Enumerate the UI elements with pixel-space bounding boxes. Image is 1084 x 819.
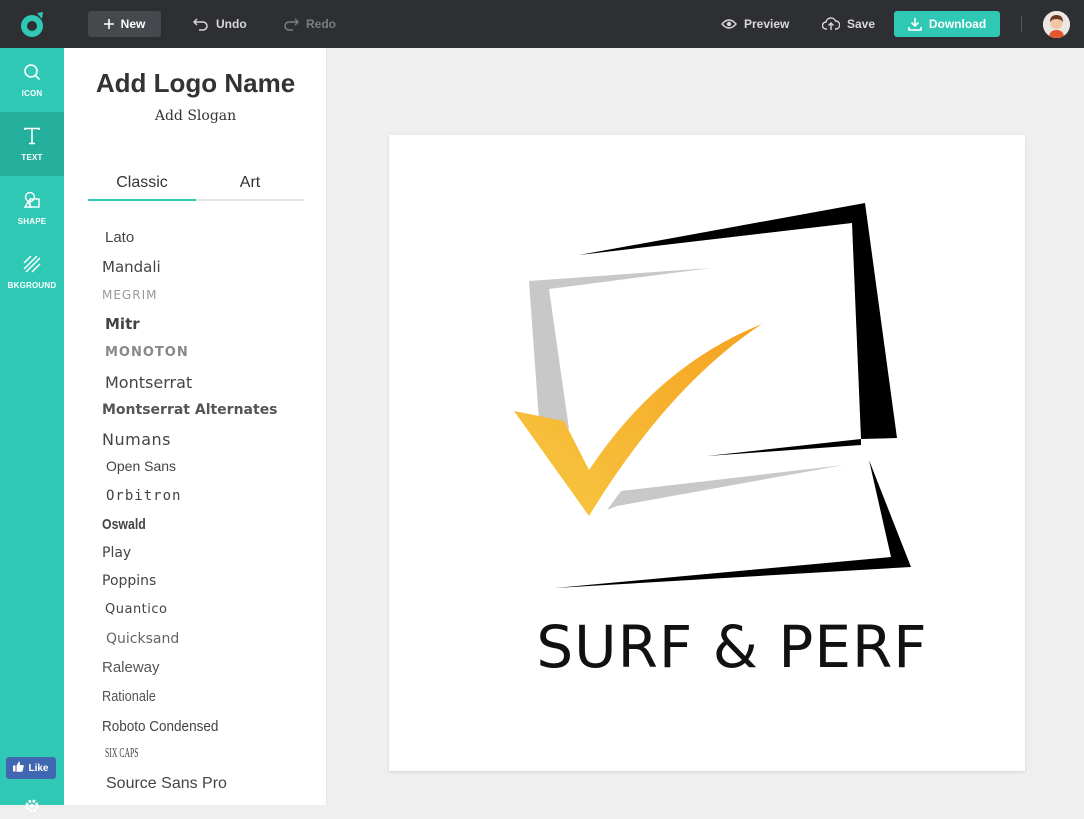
rail-label-background: BKGROUND bbox=[7, 280, 57, 290]
rail-item-text[interactable]: TEXT bbox=[0, 112, 64, 176]
font-item-orbitron[interactable]: Orbitron bbox=[106, 488, 181, 504]
text-icon bbox=[23, 127, 41, 150]
search-icon bbox=[23, 63, 41, 86]
user-avatar[interactable] bbox=[1043, 11, 1070, 38]
font-item-play[interactable]: Play bbox=[102, 545, 131, 561]
shape-icon bbox=[23, 191, 41, 214]
font-item-rationale[interactable]: Rationale bbox=[102, 688, 156, 705]
new-label: New bbox=[120, 17, 146, 31]
background-icon bbox=[23, 254, 41, 278]
font-item-lato[interactable]: Lato bbox=[105, 229, 134, 246]
font-item-source-sans-pro[interactable]: Source Sans Pro bbox=[106, 775, 227, 793]
preview-label: Preview bbox=[744, 17, 790, 31]
rail-label-icon: ICON bbox=[21, 88, 43, 98]
undo-icon bbox=[193, 17, 209, 31]
font-item-raleway[interactable]: Raleway bbox=[102, 659, 160, 676]
undo-button[interactable]: Undo bbox=[193, 11, 247, 37]
plus-icon bbox=[103, 19, 114, 29]
download-icon bbox=[908, 17, 922, 31]
font-item-mandali[interactable]: Mandali bbox=[102, 258, 161, 276]
gear-icon[interactable] bbox=[24, 798, 40, 819]
slogan-text[interactable]: Add Slogan bbox=[64, 108, 326, 124]
tab-art[interactable]: Art bbox=[196, 174, 304, 201]
rail-item-shape[interactable]: SHAPE bbox=[0, 176, 64, 240]
redo-label: Redo bbox=[306, 17, 336, 31]
top-toolbar: New Undo Redo Preview Save Download bbox=[0, 0, 1084, 48]
like-label: Like bbox=[28, 762, 49, 774]
facebook-like-button[interactable]: Like bbox=[6, 757, 56, 779]
rail-label-shape: SHAPE bbox=[17, 216, 47, 226]
font-item-numans[interactable]: Numans bbox=[102, 430, 171, 449]
font-item-poppins[interactable]: Poppins bbox=[102, 573, 156, 589]
logo-name-text[interactable]: Add Logo Name bbox=[64, 68, 326, 99]
save-button[interactable]: Save bbox=[822, 11, 875, 37]
text-panel: Add Logo Name Add Slogan Classic Art Lat… bbox=[64, 48, 327, 805]
font-tabs: Classic Art bbox=[88, 172, 304, 201]
rail-item-icon[interactable]: ICON bbox=[0, 48, 64, 112]
font-item-mitr[interactable]: Mitr bbox=[105, 315, 140, 333]
rail-label-text: TEXT bbox=[21, 152, 43, 162]
save-label: Save bbox=[847, 17, 876, 31]
font-item-oswald[interactable]: Oswald bbox=[102, 516, 146, 533]
app-logo-icon bbox=[21, 12, 43, 37]
redo-button[interactable]: Redo bbox=[283, 11, 336, 37]
tab-classic[interactable]: Classic bbox=[88, 174, 196, 201]
logo-artboard[interactable]: SURF & PERF bbox=[389, 135, 1025, 771]
eye-icon bbox=[721, 18, 737, 30]
download-button[interactable]: Download bbox=[894, 11, 1000, 37]
font-item-montserrat[interactable]: Montserrat bbox=[105, 373, 192, 392]
font-item-roboto-condensed[interactable]: Roboto Condensed bbox=[102, 718, 218, 735]
canvas-area: SURF & PERF bbox=[327, 48, 1084, 805]
font-item-quicksand[interactable]: Quicksand bbox=[106, 631, 179, 647]
left-rail: ICON TEXT SHAPE BKGROUND Like bbox=[0, 48, 64, 813]
download-label: Download bbox=[928, 17, 987, 31]
undo-label: Undo bbox=[216, 17, 247, 31]
cloud-upload-icon bbox=[822, 17, 840, 31]
font-item-six-caps[interactable]: SIX CAPS bbox=[105, 746, 139, 762]
redo-icon bbox=[283, 17, 299, 31]
new-button[interactable]: New bbox=[88, 11, 161, 37]
preview-button[interactable]: Preview bbox=[721, 11, 789, 37]
font-item-open-sans[interactable]: Open Sans bbox=[106, 458, 176, 474]
avatar-icon bbox=[1043, 11, 1070, 38]
font-item-megrim[interactable]: MEGRIM bbox=[102, 288, 157, 302]
app-logo[interactable] bbox=[0, 0, 64, 48]
toolbar-divider bbox=[1021, 16, 1022, 32]
thumbs-up-icon bbox=[13, 761, 25, 775]
rail-item-background[interactable]: BKGROUND bbox=[0, 240, 64, 304]
font-item-quantico[interactable]: Quantico bbox=[105, 602, 168, 617]
font-item-monoton[interactable]: MONOTON bbox=[105, 345, 189, 360]
font-item-montserrat-alternates[interactable]: Montserrat Alternates bbox=[102, 402, 278, 418]
logo-brand-text[interactable]: SURF & PERF bbox=[389, 613, 1075, 681]
